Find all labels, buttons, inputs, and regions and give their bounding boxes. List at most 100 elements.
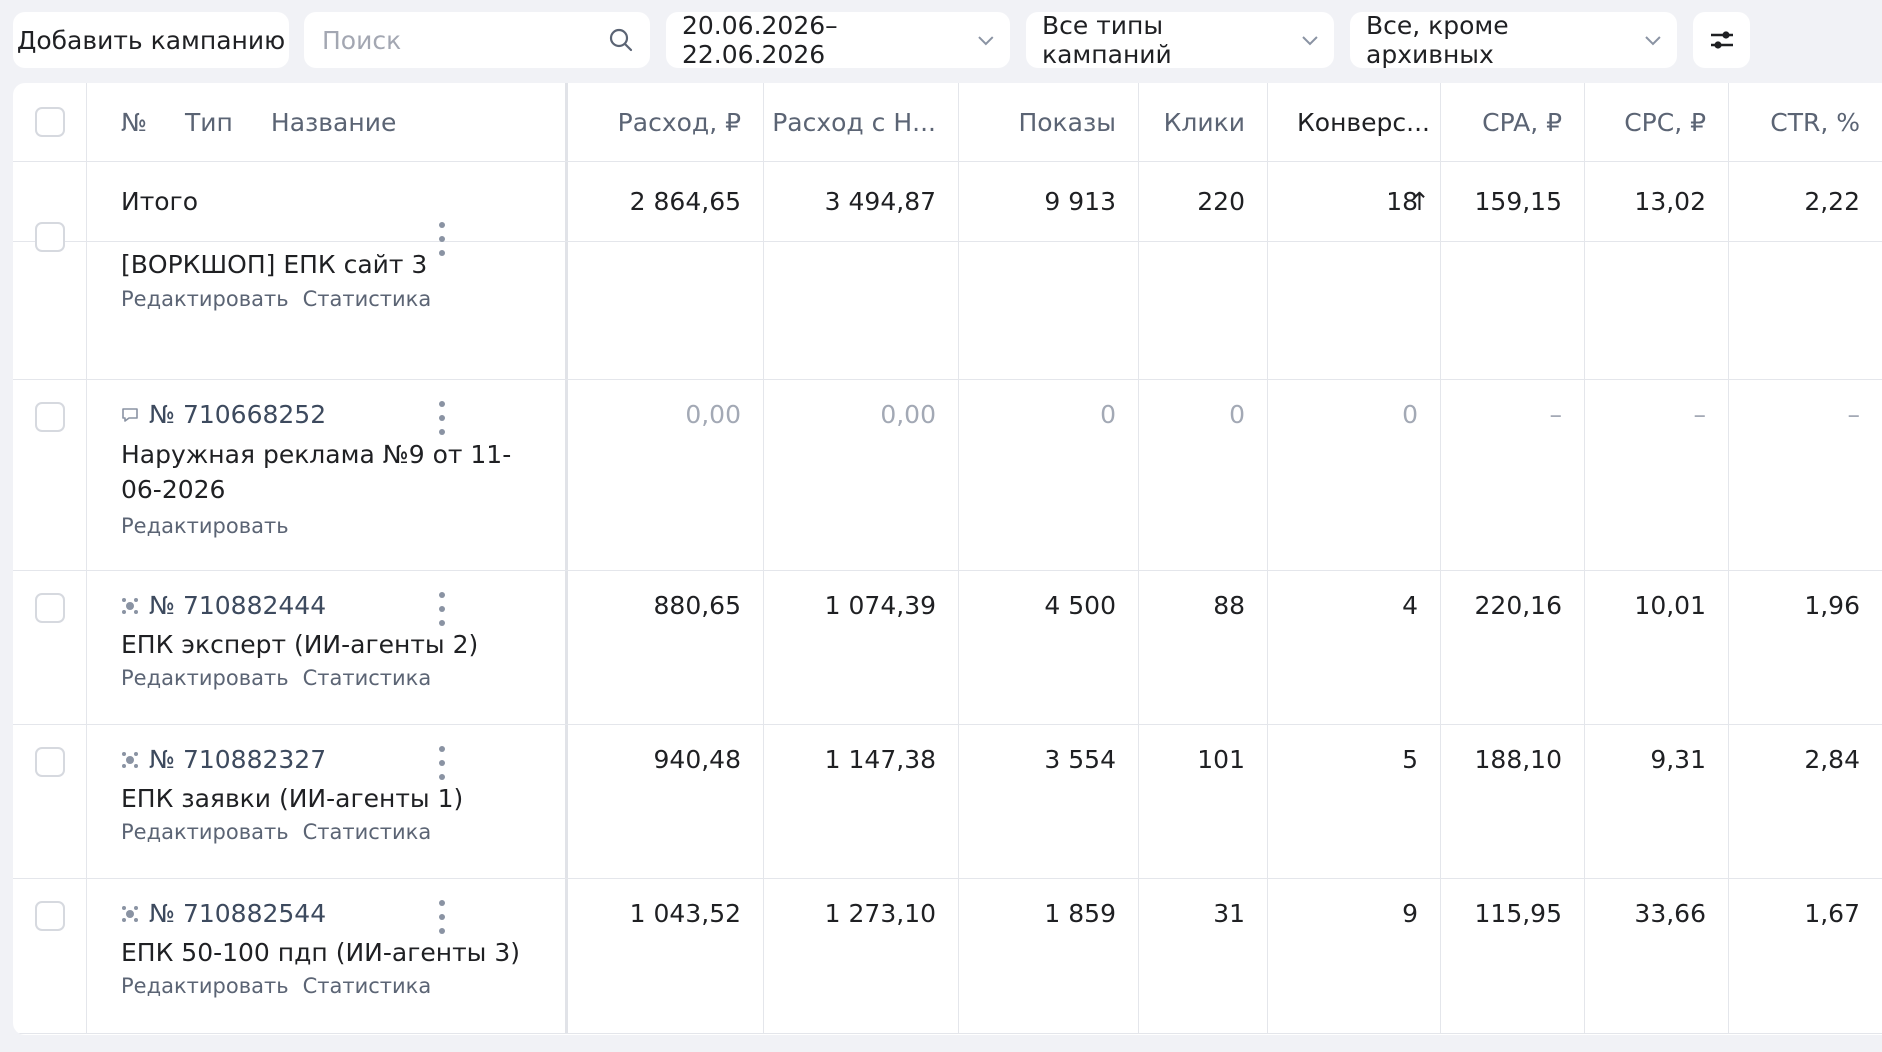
campaign-name: ЕПК 50-100 пдп (ИИ-агенты 3)	[121, 938, 520, 967]
message-icon	[122, 407, 138, 422]
row-checkbox[interactable]	[35, 901, 65, 931]
campaign-id: № 710882544	[149, 899, 327, 928]
row-conversions-cell: 4	[1268, 571, 1441, 724]
row-check-cell	[13, 879, 87, 1033]
statistics-link[interactable]: Статистика	[303, 974, 432, 998]
statistics-link[interactable]: Статистика	[303, 287, 432, 311]
select-all-cell	[13, 83, 87, 161]
row-conversions: 0	[1402, 400, 1418, 429]
column-header-conversions-label: Конверс...	[1297, 108, 1430, 137]
unified-campaign-icon	[122, 597, 138, 614]
row-spend-vat-cell: 1 074,39	[764, 571, 959, 724]
row-clicks-cell: 0	[1139, 380, 1268, 570]
row-impressions	[959, 242, 1139, 379]
row-checkbox[interactable]	[35, 747, 65, 777]
row-menu-icon[interactable]	[435, 592, 449, 626]
row-conversions-cell: 5	[1268, 725, 1441, 878]
settings-filters-button[interactable]	[1693, 12, 1750, 68]
search-icon	[609, 28, 633, 52]
campaign-type-select[interactable]: Все типы кампаний	[1026, 11, 1334, 69]
total-clicks: 220	[1139, 162, 1268, 241]
row-cpa-cell: 188,10	[1441, 725, 1585, 878]
row-clicks-cell: 31	[1139, 879, 1268, 1033]
row-menu-icon[interactable]	[435, 900, 449, 934]
total-cpc: 13,02	[1585, 162, 1729, 241]
edit-link[interactable]: Редактировать	[121, 820, 289, 844]
row-menu-icon[interactable]	[435, 401, 449, 435]
row-spend-vat: 0,00	[880, 400, 936, 429]
search-box[interactable]	[304, 12, 650, 68]
row-clicks: 31	[1213, 899, 1245, 928]
row-cpa: –	[1549, 400, 1563, 429]
column-header-cpa[interactable]: CPA, ₽	[1441, 83, 1585, 161]
column-header-spend-vat[interactable]: Расход с Н...	[764, 83, 959, 161]
row-clicks: 101	[1197, 745, 1245, 774]
statistics-link[interactable]: Статистика	[303, 820, 432, 844]
unified-campaign-icon	[122, 751, 138, 768]
edit-link[interactable]: Редактировать	[121, 287, 289, 311]
row-spend: 880,65	[653, 591, 741, 620]
date-range-select[interactable]: 20.06.2026–22.06.2026	[666, 11, 1010, 69]
row-ctr-cell: –	[1729, 380, 1882, 570]
row-impressions-cell: 0	[959, 380, 1139, 570]
row-menu-icon[interactable]	[435, 746, 449, 780]
column-header-ctr[interactable]: CTR, %	[1729, 83, 1882, 161]
campaign-id: № 710882444	[149, 591, 327, 620]
row-ctr: 1,67	[1804, 899, 1860, 928]
archive-filter-select[interactable]: Все, кроме архивных	[1350, 11, 1677, 69]
row-conversions-cell: 9	[1268, 879, 1441, 1033]
total-ctr: 2,22	[1804, 187, 1860, 216]
column-header-conversions[interactable]: Конверс... ↑	[1268, 83, 1441, 216]
row-check-cell	[13, 571, 87, 724]
column-header-type[interactable]: Тип	[185, 108, 233, 137]
search-input[interactable]	[322, 25, 582, 55]
table-row: № 710882327 ЕПК заявки (ИИ-агенты 1) Ред…	[13, 725, 1882, 879]
total-label-cell: Итого	[87, 162, 568, 241]
column-header-name[interactable]: Название	[271, 108, 396, 137]
row-checkbox[interactable]	[35, 593, 65, 623]
chevron-down-icon	[978, 36, 994, 46]
row-ctr: 2,84	[1804, 745, 1860, 774]
row-spend-vat-cell: 0,00	[764, 380, 959, 570]
chevron-down-icon	[1645, 36, 1661, 46]
column-header-number[interactable]: №	[121, 108, 147, 137]
table-row: № 710882444 ЕПК эксперт (ИИ-агенты 2) Ре…	[13, 571, 1882, 725]
column-header-spend[interactable]: Расход, ₽	[568, 83, 764, 161]
row-spend-vat-cell: 1 273,10	[764, 879, 959, 1033]
archive-filter-value: Все, кроме архивных	[1366, 11, 1509, 69]
unified-campaign-icon	[122, 905, 138, 922]
campaign-id: № 710668252	[149, 400, 327, 429]
edit-link[interactable]: Редактировать	[121, 974, 289, 998]
column-header-impressions[interactable]: Показы	[959, 83, 1139, 161]
column-header-clicks[interactable]: Клики	[1139, 83, 1268, 161]
total-spend-vat: 3 494,87	[764, 162, 959, 241]
row-cpa-cell: 115,95	[1441, 879, 1585, 1033]
add-campaign-button[interactable]: Добавить кампанию	[13, 12, 289, 68]
total-cpa: 159,15	[1441, 162, 1585, 241]
header-main-cell: № Тип Название	[87, 83, 568, 161]
edit-link[interactable]: Редактировать	[121, 514, 289, 538]
row-main-cell: № 710882544 ЕПК 50-100 пдп (ИИ-агенты 3)…	[87, 879, 568, 1033]
select-all-checkbox[interactable]	[35, 107, 65, 137]
row-main-cell: [ВОРКШОП] ЕПК сайт 3 Редактировать Статис…	[87, 222, 568, 379]
row-impressions: 4 500	[1044, 591, 1116, 620]
row-ctr-cell: 1,96	[1729, 571, 1882, 724]
table-row: [ВОРКШОП] ЕПК сайт 3 Редактировать Статис…	[13, 222, 1882, 380]
campaigns-table: № Тип Название Расход, ₽ Расход с Н... Пок…	[13, 83, 1882, 1035]
edit-link[interactable]: Редактировать	[121, 666, 289, 690]
column-header-cpc[interactable]: CPC, ₽	[1585, 83, 1729, 161]
row-checkbox[interactable]	[35, 402, 65, 432]
row-checkbox[interactable]	[35, 222, 65, 252]
statistics-link[interactable]: Статистика	[303, 666, 432, 690]
table-row: № 710882544 ЕПК 50-100 пдп (ИИ-агенты 3)…	[13, 879, 1882, 1034]
row-main-cell: № 710668252 Наружная реклама №9 от 11-06…	[87, 380, 568, 570]
chevron-down-icon	[1302, 36, 1318, 46]
row-cpa: 115,95	[1474, 899, 1562, 928]
row-impressions-cell: 3 554	[959, 725, 1139, 878]
row-cpa: 188,10	[1474, 745, 1562, 774]
row-cpc-cell: 33,66	[1585, 879, 1729, 1033]
row-spend-cell: 880,65	[568, 571, 764, 724]
total-spend: 2 864,65	[568, 162, 764, 241]
total-impressions: 9 913	[959, 162, 1139, 241]
row-ctr	[1729, 242, 1882, 379]
